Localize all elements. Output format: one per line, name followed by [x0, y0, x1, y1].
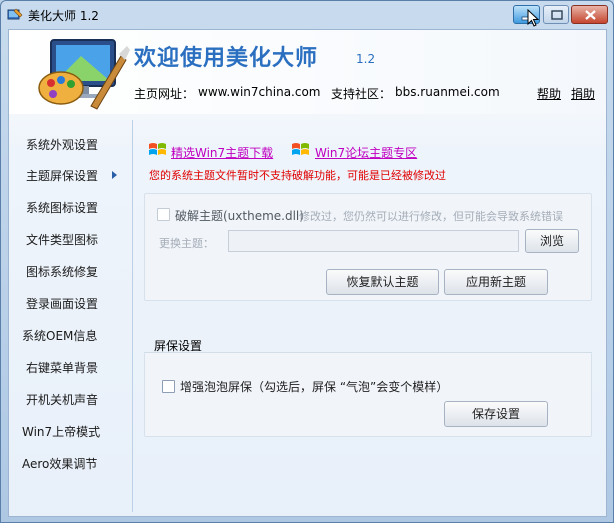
forum-themes-link[interactable]: Win7论坛主题专区	[315, 144, 417, 161]
sidebar-item-filetype-icons[interactable]: 文件类型图标	[26, 231, 98, 251]
unsupported-warning: 您的系统主题文件暂时不支持破解功能，可能是已经被修改过	[149, 169, 446, 182]
sidebar-item-icon-repair[interactable]: 图标系统修复	[26, 263, 98, 283]
sidebar-item-system-icons[interactable]: 系统图标设置	[26, 199, 98, 219]
sidebar-item-oem-info[interactable]: 系统OEM信息	[22, 327, 97, 347]
bubble-screensaver-label: 增强泡泡屏保（勾选后，屏保 “气泡”会变个模样）	[180, 380, 449, 394]
crack-theme-label: 破解主题(uxtheme.dll)	[175, 209, 304, 223]
donate-link[interactable]: 捐助	[571, 85, 595, 102]
version-label: 1.2	[356, 52, 376, 66]
theme-path-input[interactable]	[228, 230, 519, 252]
sidebar-divider	[132, 120, 133, 512]
main-window: 美化大师 1.2 欢迎使用美化大师 1.2 主页网址： www.win7chin…	[0, 0, 614, 523]
theme-download-link[interactable]: 精选Win7主题下载	[171, 144, 273, 161]
logo-icon	[38, 39, 130, 110]
header: 欢迎使用美化大师 1.2 主页网址： www.win7china.com 支持社…	[9, 30, 606, 114]
community-link[interactable]: bbs.ruanmei.com	[395, 85, 500, 99]
sidebar-item-appearance[interactable]: 系统外观设置	[26, 136, 98, 156]
window-title: 美化大师 1.2	[28, 9, 99, 23]
maximize-icon	[551, 10, 563, 20]
help-link[interactable]: 帮助	[537, 85, 561, 102]
sidebar-item-login-screen[interactable]: 登录画面设置	[26, 295, 98, 315]
close-icon	[585, 10, 596, 20]
sidebar-item-aero[interactable]: Aero效果调节	[22, 455, 97, 475]
maximize-button[interactable]	[543, 5, 569, 24]
apply-theme-button[interactable]: 应用新主题	[444, 269, 548, 295]
title-bar[interactable]: 美化大师 1.2	[1, 1, 613, 29]
selected-indicator-icon	[112, 171, 117, 179]
windows-flag-icon	[149, 143, 166, 155]
save-settings-button[interactable]: 保存设置	[444, 401, 548, 427]
sidebar-item-startup-sound[interactable]: 开机关机声音	[26, 391, 98, 411]
sidebar: 系统外观设置 主题屏保设置 系统图标设置 文件类型图标 图标系统修复 登录画面设…	[9, 120, 124, 510]
app-icon	[7, 8, 23, 20]
crack-theme-note: 修改过，您仍然可以进行修改，但可能会导致系统错误	[299, 210, 563, 223]
welcome-title: 欢迎使用美化大师	[134, 46, 319, 71]
homepage-link[interactable]: www.win7china.com	[198, 85, 320, 99]
sidebar-item-god-mode[interactable]: Win7上帝模式	[22, 423, 100, 443]
community-label: 支持社区：	[331, 87, 392, 101]
homepage-label: 主页网址：	[134, 87, 195, 101]
change-theme-label: 更换主题：	[159, 237, 214, 250]
restore-default-theme-button[interactable]: 恢复默认主题	[326, 269, 439, 295]
sidebar-item-theme-screensaver[interactable]: 主题屏保设置	[26, 167, 98, 187]
client-area: 欢迎使用美化大师 1.2 主页网址： www.win7china.com 支持社…	[8, 29, 607, 517]
crack-theme-checkbox[interactable]	[157, 208, 170, 221]
sidebar-item-context-menu[interactable]: 右键菜单背景	[26, 359, 98, 379]
mouse-cursor-icon	[527, 9, 540, 27]
bubble-screensaver-checkbox[interactable]	[162, 380, 175, 393]
windows-flag-icon	[292, 143, 309, 155]
close-button[interactable]	[571, 5, 608, 24]
browse-button[interactable]: 浏览	[525, 229, 579, 253]
